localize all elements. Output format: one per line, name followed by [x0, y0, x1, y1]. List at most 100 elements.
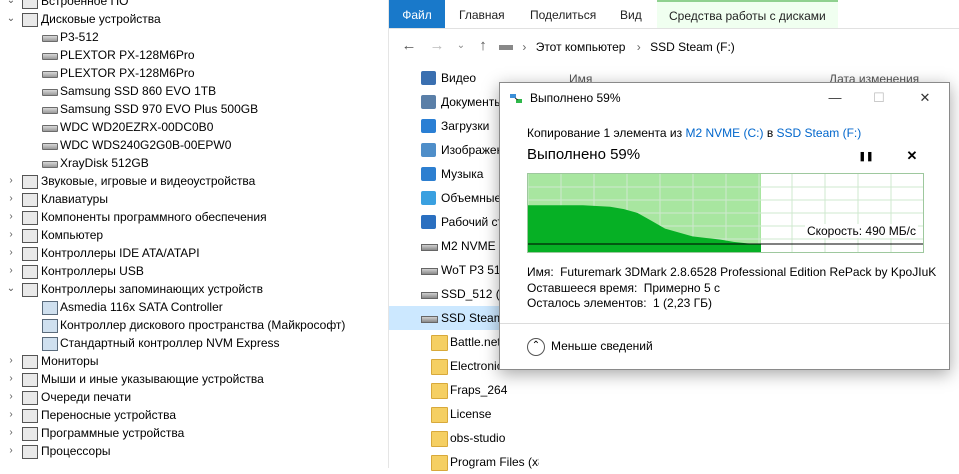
- usb-icon: [22, 265, 38, 279]
- back-arrow-icon[interactable]: ←: [399, 36, 419, 56]
- speed-graph: Скорость: 490 МБ/с: [527, 173, 924, 253]
- nav-pane-item[interactable]: Program Files (x86): [389, 450, 539, 474]
- dialog-footer: ⌃ Меньше сведений: [500, 323, 949, 370]
- time-value: Примерно 5 с: [643, 281, 720, 295]
- device-tree-label: Клавиатуры: [41, 192, 108, 206]
- time-remaining-line: Оставшееся время: Примерно 5 с: [527, 281, 720, 295]
- nav-pane-item[interactable]: Fraps_264: [389, 378, 539, 402]
- minimize-icon[interactable]: —: [820, 87, 850, 109]
- controller-icon: [42, 319, 58, 333]
- device-tree-label: Samsung SSD 860 EVO 1TB: [60, 84, 217, 98]
- nav-pane-label: Battle.net: [450, 335, 501, 349]
- device-tree-label: Встроенное ПО: [41, 0, 129, 8]
- nav-pane-label: Fraps_264: [450, 383, 508, 397]
- chevron-right-icon[interactable]: ›: [6, 406, 16, 424]
- drive-icon: [42, 125, 58, 132]
- ribbon-tab[interactable]: Вид: [620, 0, 642, 28]
- chevron-right-icon[interactable]: ›: [6, 172, 16, 190]
- time-label: Оставшееся время:: [527, 281, 638, 295]
- chevron-down-icon[interactable]: ⌄: [6, 280, 16, 298]
- chevron-down-icon[interactable]: ⌄: [6, 0, 16, 10]
- source-link[interactable]: M2 NVME (C:): [685, 126, 763, 140]
- chevron-right-icon[interactable]: ›: [6, 352, 16, 370]
- name-value: Futuremark 3DMark 2.8.6528 Professional …: [560, 265, 937, 279]
- drive-icon: [42, 143, 58, 150]
- chevron-right-icon[interactable]: ›: [6, 370, 16, 388]
- nav-pane-item[interactable]: License: [389, 402, 539, 426]
- items-value: 1 (2,23 ГБ): [652, 296, 713, 310]
- ribbon-tab[interactable]: Файл: [389, 0, 445, 28]
- nav-pane-label: Загрузки: [441, 119, 490, 133]
- copy-middle: в: [766, 126, 774, 140]
- chevron-right-icon[interactable]: ›: [6, 190, 16, 208]
- nav-pane-item[interactable]: obs-studio: [389, 426, 539, 450]
- firmware-icon: [22, 0, 38, 9]
- folder-icon: [431, 455, 448, 471]
- ribbon-tab[interactable]: Средства работы с дисками: [657, 0, 838, 28]
- software-device-icon: [22, 427, 38, 441]
- ribbon-tab[interactable]: Поделиться: [530, 0, 596, 28]
- music-folder-icon: [421, 167, 436, 181]
- speed-label: Скорость: 490 МБ/с: [804, 224, 918, 238]
- destination-link[interactable]: SSD Steam (F:): [777, 126, 862, 140]
- dialog-title-bar[interactable]: Выполнено 59% — ☐ ✕: [500, 83, 949, 113]
- copy-prefix: Копирование 1 элемента из: [527, 126, 683, 140]
- folder-icon: [431, 359, 448, 375]
- device-tree-label: Дисковые устройства: [41, 12, 161, 26]
- device-tree-label: Переносные устройства: [41, 408, 177, 422]
- maximize-icon[interactable]: ☐: [864, 87, 894, 109]
- drive-icon: [421, 316, 438, 323]
- cancel-icon[interactable]: ✕: [903, 147, 921, 165]
- device-tree-label: Контроллеры запоминающих устройств: [41, 282, 263, 296]
- copy-description: Копирование 1 элемента из M2 NVME (C:) в…: [527, 126, 861, 140]
- forward-arrow-icon[interactable]: →: [427, 36, 447, 56]
- nav-pane-label: Program Files (x86): [450, 455, 539, 469]
- chevron-right-icon[interactable]: ›: [6, 244, 16, 262]
- monitor-icon: [22, 355, 38, 369]
- navigation-bar: ← → ⌄ ↑ › Этот компьютер › SSD Steam (F:…: [389, 29, 959, 65]
- disk-category-icon: [22, 13, 38, 27]
- ribbon-tab[interactable]: Главная: [459, 0, 505, 28]
- device-tree-label: Компоненты программного обеспечения: [41, 210, 267, 224]
- recent-chevron-icon[interactable]: ⌄: [451, 36, 471, 56]
- device-tree-label: Очереди печати: [41, 390, 132, 404]
- close-icon[interactable]: ✕: [910, 87, 940, 109]
- chevron-right-icon[interactable]: ›: [6, 262, 16, 280]
- computer-icon: [22, 229, 38, 243]
- downloads-folder-icon: [421, 119, 436, 133]
- drive-icon: [42, 35, 58, 42]
- folder-icon: [431, 335, 448, 351]
- breadcrumb-this-pc[interactable]: Этот компьютер: [536, 40, 626, 54]
- device-tree-label: PLEXTOR PX-128M6Pro: [60, 48, 195, 62]
- progress-heading: Выполнено 59%: [527, 146, 641, 163]
- ide-controller-icon: [22, 247, 38, 261]
- nav-pane-label: Документы: [441, 95, 503, 109]
- less-details-button[interactable]: ⌃ Меньше сведений: [527, 338, 653, 356]
- chevron-right-icon[interactable]: ›: [6, 424, 16, 442]
- pause-icon[interactable]: ❚❚: [857, 147, 875, 165]
- address-separator-icon: ›: [636, 40, 641, 54]
- device-tree-label: P3-512: [60, 30, 99, 44]
- device-tree-label: Компьютер: [41, 228, 104, 242]
- system-drive-icon: [421, 244, 438, 251]
- chevron-right-icon[interactable]: ›: [6, 388, 16, 406]
- device-tree-label: Контроллеры IDE ATA/ATAPI: [41, 246, 200, 260]
- address-separator-icon: ›: [522, 40, 527, 54]
- less-details-label: Меньше сведений: [551, 339, 653, 354]
- address-bar[interactable]: › Этот компьютер › SSD Steam (F:): [499, 36, 735, 58]
- controller-icon: [42, 301, 58, 315]
- chevron-right-icon[interactable]: ›: [6, 208, 16, 226]
- drive-icon: [42, 53, 58, 60]
- controller-icon: [42, 337, 58, 351]
- up-arrow-icon[interactable]: ↑: [473, 36, 493, 56]
- breadcrumb-current-drive[interactable]: SSD Steam (F:): [650, 40, 735, 54]
- device-tree-label: Asmedia 116x SATA Controller: [60, 300, 223, 314]
- nav-pane-label: License: [450, 407, 492, 421]
- documents-folder-icon: [421, 95, 436, 109]
- desktop-folder-icon: [421, 215, 436, 229]
- chevron-right-icon[interactable]: ›: [6, 442, 16, 460]
- drive-icon: [421, 268, 438, 275]
- chevron-right-icon[interactable]: ›: [6, 226, 16, 244]
- chevron-down-icon[interactable]: ⌄: [6, 10, 16, 28]
- device-tree-label: Процессоры: [41, 444, 111, 458]
